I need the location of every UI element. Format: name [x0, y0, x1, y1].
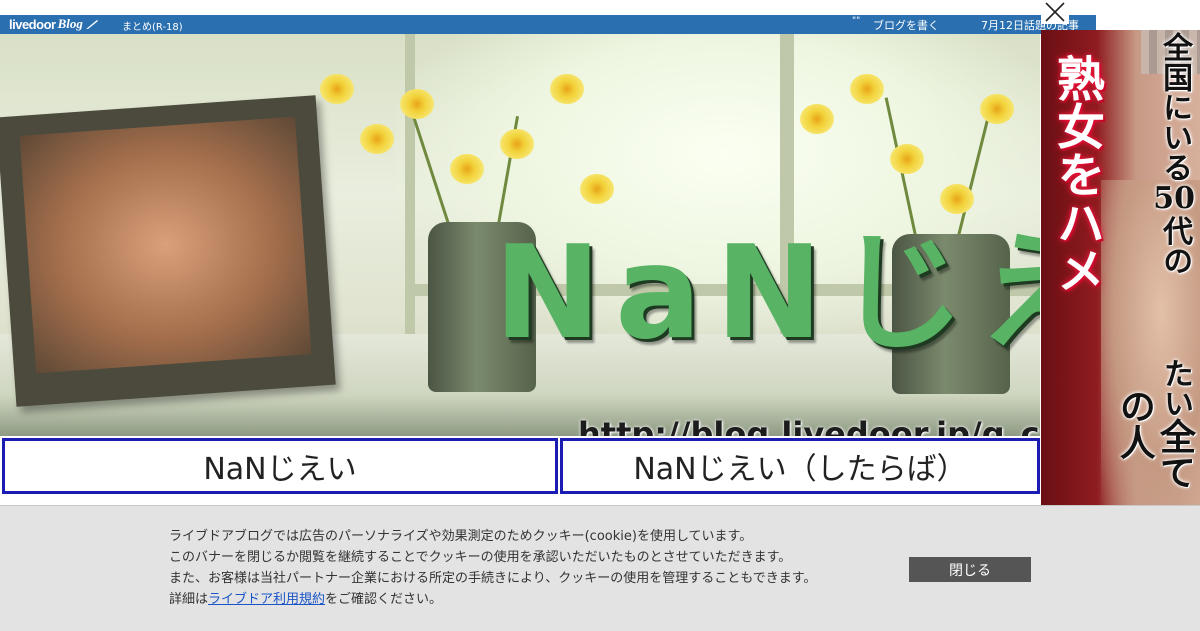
- blog-header-banner[interactable]: NaNじえい http://blog.livedoor.jp/g_c: [0, 34, 1040, 436]
- cookie-message: ライブドアブログでは広告のパーソナライズや効果測定のためクッキー(cookie)…: [169, 526, 816, 610]
- framed-photo: [19, 116, 312, 374]
- daffodil: [580, 174, 614, 204]
- daffodil: [550, 74, 584, 104]
- terms-of-use-link[interactable]: ライブドア利用規約: [208, 592, 325, 607]
- side-advertisement[interactable]: 熟女をハメ 全国にいる50代の たい全ての人: [1041, 30, 1200, 505]
- logo-livedoor: livedoor: [9, 16, 56, 32]
- close-icon: [1045, 2, 1065, 22]
- cookie-line-suffix: をご確認ください。: [325, 592, 443, 607]
- daffodil: [800, 104, 834, 134]
- nav-dots: "": [852, 16, 861, 26]
- pen-icon: [85, 20, 98, 29]
- cookie-consent-banner: ライブドアブログでは広告のパーソナライズや効果測定のためクッキー(cookie)…: [0, 505, 1200, 631]
- ad-close-button[interactable]: [1041, 0, 1069, 24]
- ad-headline: 熟女をハメ: [1048, 54, 1104, 294]
- daffodil: [980, 94, 1014, 124]
- daffodil: [890, 144, 924, 174]
- cookie-line: 詳細はライブドア利用規約をご確認ください。: [169, 589, 816, 610]
- daffodil: [850, 74, 884, 104]
- ad-subtext-lower: たい全ての人: [1114, 342, 1196, 505]
- logo-blog: Blog: [57, 16, 83, 31]
- top-navigation-bar: livedoor Blog まとめ(R-18) "" ブログを書く 7月12日話…: [0, 15, 1096, 34]
- livedoor-blog-logo[interactable]: livedoor Blog: [9, 16, 99, 32]
- nav-link-write-blog[interactable]: ブログを書く: [873, 17, 939, 33]
- ad-text-part: たい: [1158, 357, 1193, 418]
- ad-text-part: 全国にいる: [1157, 32, 1193, 182]
- cookie-line-prefix: 詳細は: [169, 592, 209, 607]
- blog-title: NaNじえい: [494, 219, 1040, 368]
- ad-text-part: 代の: [1157, 215, 1193, 276]
- daffodil: [500, 129, 534, 159]
- cookie-line: このバナーを閉じるか閲覧を継続することでクッキーの使用を承認いただいたものとさせ…: [169, 550, 792, 565]
- ad-age-number: 50: [1153, 181, 1195, 216]
- blog-url: http://blog.livedoor.jp/g_c: [578, 415, 1040, 436]
- ad-subtext: 全国にいる50代の: [1137, 32, 1195, 276]
- daffodil: [450, 154, 484, 184]
- link-nanjiei-shitaraba[interactable]: NaNじえい（したらば）: [560, 438, 1040, 494]
- link-nanjiei[interactable]: NaNじえい: [2, 438, 558, 494]
- nav-link-matome[interactable]: まとめ(R-18): [122, 18, 183, 33]
- daffodil: [940, 184, 974, 214]
- cookie-line: ライブドアブログでは広告のパーソナライズや効果測定のためクッキー(cookie)…: [169, 529, 753, 544]
- daffodil: [320, 74, 354, 104]
- cookie-line: また、お客様は当社パートナー企業における所定の手続きにより、クッキーの使用を管理…: [169, 571, 817, 586]
- daffodil: [400, 89, 434, 119]
- cookie-close-button[interactable]: 閉じる: [909, 557, 1031, 582]
- daffodil: [360, 124, 394, 154]
- photo-frame: [0, 95, 336, 407]
